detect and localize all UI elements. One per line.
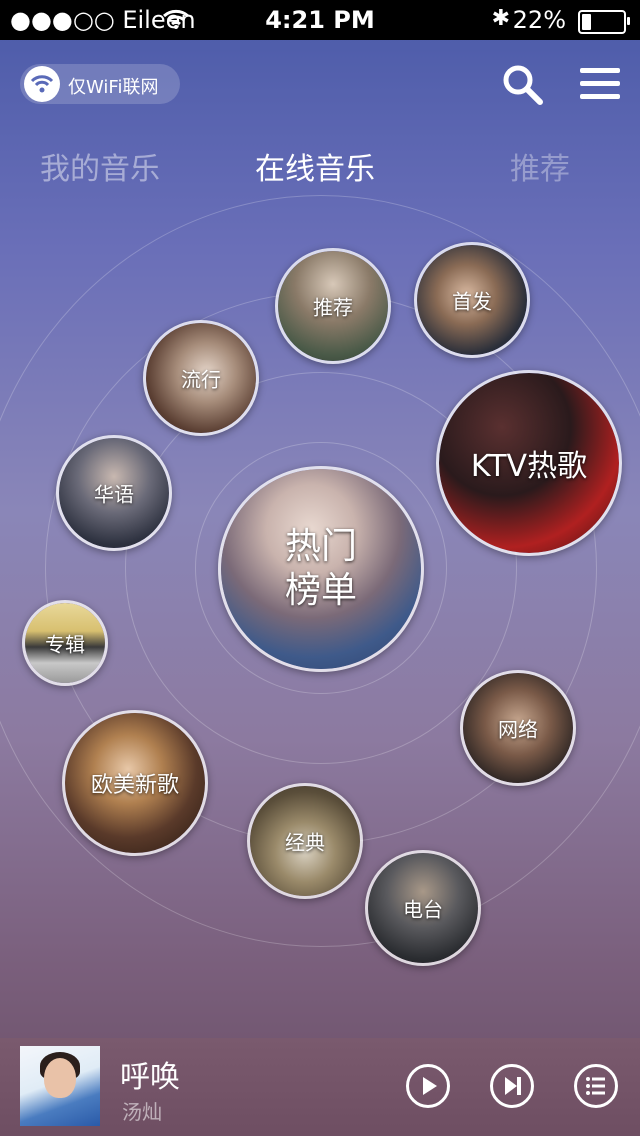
category-label: 专辑 [45,632,85,657]
category-ktv[interactable]: KTV热歌 [436,370,622,556]
category-album[interactable]: 专辑 [22,600,108,686]
category-radio[interactable]: 电台 [365,850,481,966]
category-label: 华语 [94,482,134,507]
skip-next-icon [505,1077,521,1095]
category-label: 首发 [452,289,492,314]
category-western[interactable]: 欧美新歌 [62,710,208,856]
play-button[interactable] [406,1064,450,1108]
category-label: 推荐 [313,295,353,320]
bluetooth-icon: ✱ [491,6,510,31]
category-label: 欧美新歌 [90,773,179,798]
tab-online-music[interactable]: 在线音乐 [255,144,375,188]
playlist-button[interactable] [574,1064,618,1108]
category-label: 电台 [403,897,443,922]
category-label: 网络 [498,717,538,742]
status-bar: ●●●○○ Eileen 4:21 PM ✱ 22% [0,0,640,40]
menu-button[interactable] [578,66,622,102]
playlist-icon [586,1077,605,1095]
wifi-icon [24,66,60,102]
play-icon [423,1077,437,1095]
next-button[interactable] [490,1064,534,1108]
category-label: 经典 [285,830,325,855]
now-playing-bar[interactable]: 呼唤 汤灿 [0,1038,640,1136]
battery-icon [578,10,630,34]
tab-my-music[interactable]: 我的音乐 [40,144,160,188]
category-popular[interactable]: 流行 [143,320,259,436]
category-network[interactable]: 网络 [460,670,576,786]
artist-name: 汤灿 [122,1100,162,1124]
category-hot-chart[interactable]: 热门 榜单 [218,466,424,672]
album-cover[interactable] [20,1046,100,1126]
category-label: 榜单 [284,570,357,611]
search-icon [503,65,543,105]
search-button[interactable] [500,62,544,106]
wifi-only-toggle[interactable]: 仅WiFi联网 [20,64,180,104]
category-chinese[interactable]: 华语 [56,435,172,551]
tab-recommend[interactable]: 推荐 [510,144,570,188]
category-new-release[interactable]: 首发 [414,242,530,358]
wifi-only-label: 仅WiFi联网 [68,77,159,98]
category-classic[interactable]: 经典 [247,783,363,899]
category-label: 热门 [284,526,357,567]
battery-percent: 22% [512,6,566,34]
song-title: 呼唤 [120,1060,180,1095]
category-label: 流行 [181,367,221,392]
category-recommend[interactable]: 推荐 [275,248,391,364]
category-label: KTV热歌 [470,449,588,484]
